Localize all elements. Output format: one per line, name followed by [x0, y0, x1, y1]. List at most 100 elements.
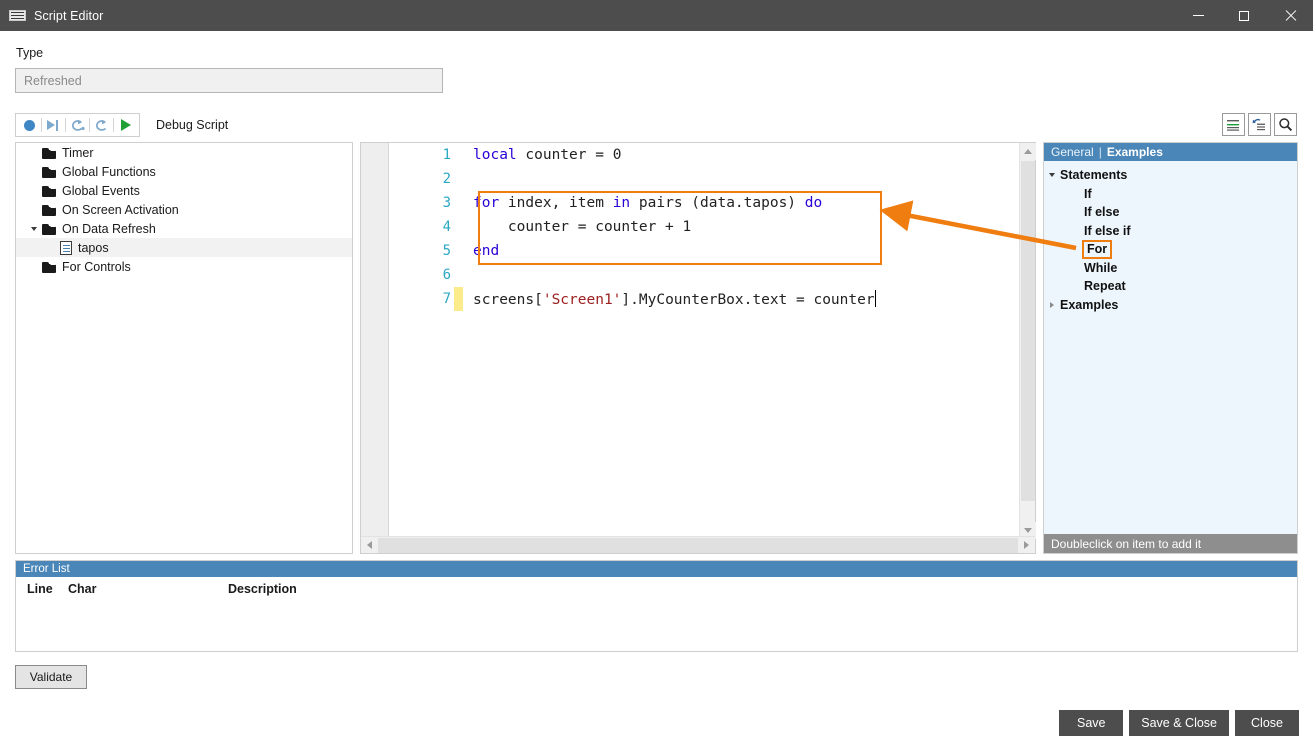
validate-button[interactable]: Validate [15, 665, 87, 689]
chevron-down-icon [1024, 528, 1032, 533]
debug-button-group [15, 113, 140, 137]
chevron-down-icon[interactable] [1044, 173, 1060, 178]
change-marker [454, 263, 463, 287]
tree-expander-empty [26, 162, 42, 181]
close-icon [1285, 10, 1296, 21]
tree-item-global-functions[interactable]: Global Functions [16, 162, 352, 181]
snippet-item-label: While [1084, 260, 1118, 275]
snippet-item-if-else-if[interactable]: If else if [1044, 222, 1297, 241]
change-marker [454, 239, 463, 263]
toolbar-divider [113, 118, 114, 132]
step-over-icon [71, 119, 85, 131]
tab-examples[interactable]: Examples [1107, 145, 1163, 159]
code-editor-panel[interactable]: 1 local counter = 0 2 3 for index, item in p… [360, 142, 1036, 554]
type-input[interactable] [15, 68, 443, 93]
change-marker [454, 143, 463, 167]
format-code-button[interactable] [1222, 113, 1245, 136]
tree-item-tapos[interactable]: tapos [16, 238, 352, 257]
script-tree-list: Timer Global Functions Global Events On Scr… [16, 143, 352, 276]
code-line: 4 counter = counter + 1 [390, 215, 1019, 239]
folder-icon [42, 146, 57, 159]
snippets-panel[interactable]: General | Examples Statements If If else If… [1043, 142, 1298, 554]
save-button[interactable]: Save [1059, 710, 1124, 736]
snippet-item-examples[interactable]: Examples [1044, 296, 1297, 315]
horizontal-scroll-thumb[interactable] [378, 537, 1018, 553]
script-editor-icon [9, 9, 26, 22]
close-dialog-button[interactable]: Close [1235, 710, 1299, 736]
title-bar: Script Editor [0, 0, 1313, 31]
script-tree-panel[interactable]: Timer Global Functions Global Events On Scr… [15, 142, 353, 554]
tree-item-label: Global Events [62, 183, 140, 198]
record-breakpoint-button[interactable] [19, 115, 40, 135]
code-line: 1 local counter = 0 [390, 143, 1019, 167]
change-marker [454, 215, 463, 239]
search-icon [1279, 118, 1293, 132]
tab-separator: | [1098, 145, 1102, 159]
code-text-area[interactable]: 1 local counter = 0 2 3 for index, item in p… [390, 143, 1019, 539]
tree-item-global-events[interactable]: Global Events [16, 181, 352, 200]
record-breakpoint-icon [24, 119, 35, 131]
snippets-tab-bar: General | Examples [1044, 143, 1297, 161]
tree-item-label: For Controls [62, 259, 131, 274]
editor-horizontal-scrollbar[interactable] [361, 536, 1035, 553]
vertical-scroll-thumb[interactable] [1021, 161, 1035, 501]
run-button[interactable] [115, 115, 136, 135]
format-code-icon [1227, 119, 1239, 131]
line-number: 1 [442, 147, 451, 163]
snippet-item-repeat[interactable]: Repeat [1044, 277, 1297, 296]
chevron-up-icon [1024, 149, 1032, 154]
folder-icon [42, 222, 57, 235]
snippet-item-statements[interactable]: Statements [1044, 166, 1297, 185]
snippet-item-for[interactable]: For [1044, 239, 1297, 259]
line-number: 2 [442, 171, 451, 187]
code-line: 3 for index, item in pairs (data.tapos) d… [390, 191, 1019, 215]
chevron-right-icon [1024, 541, 1029, 549]
scroll-left-button[interactable] [361, 537, 378, 553]
code-line-text: for index, item in pairs (data.tapos) do [473, 195, 823, 211]
tree-item-label: Global Functions [62, 164, 156, 179]
maximize-button[interactable] [1221, 0, 1267, 31]
tree-item-timer[interactable]: Timer [16, 143, 352, 162]
tree-item-label: On Data Refresh [62, 221, 156, 236]
close-button[interactable] [1267, 0, 1313, 31]
code-line-text: end [473, 243, 500, 259]
code-line-text: counter = counter + 1 [473, 219, 692, 235]
tree-item-on-screen-activation[interactable]: On Screen Activation [16, 200, 352, 219]
snippet-item-if[interactable]: If [1044, 185, 1297, 204]
snippet-item-while[interactable]: While [1044, 259, 1297, 278]
undo-format-button[interactable] [1248, 113, 1271, 136]
column-header-line: Line [27, 582, 53, 596]
search-button[interactable] [1274, 113, 1297, 136]
snippet-item-label: For [1082, 239, 1113, 259]
chevron-down-icon[interactable] [26, 219, 42, 238]
snippet-item-label: Examples [1060, 297, 1119, 312]
change-marker [454, 287, 463, 311]
snippet-item-label: If [1084, 186, 1092, 201]
tab-general[interactable]: General [1051, 145, 1094, 159]
snippet-item-label: If else [1084, 205, 1120, 220]
snippet-item-if-else[interactable]: If else [1044, 203, 1297, 222]
line-number: 6 [442, 267, 451, 283]
tree-item-for-controls[interactable]: For Controls [16, 257, 352, 276]
tree-item-on-data-refresh[interactable]: On Data Refresh [16, 219, 352, 238]
step-into-icon [95, 119, 106, 131]
minimize-button[interactable] [1175, 0, 1221, 31]
step-over-button[interactable] [67, 115, 88, 135]
save-and-close-button[interactable]: Save & Close [1129, 710, 1229, 736]
scroll-up-button[interactable] [1020, 143, 1036, 160]
scroll-right-button[interactable] [1018, 537, 1035, 553]
line-number: 7 [442, 291, 451, 307]
chevron-right-icon[interactable] [1044, 301, 1060, 308]
code-line: 2 [390, 167, 1019, 191]
error-list-title: Error List [16, 561, 1297, 577]
step-into-button[interactable] [91, 115, 112, 135]
editor-vertical-scrollbar[interactable] [1019, 143, 1036, 539]
toolbar-divider [41, 118, 42, 132]
tree-item-label: Timer [62, 145, 94, 160]
script-editor-window: Script Editor Type Refreshed Debug Scrip… [0, 0, 1313, 752]
editor-left-margin [361, 143, 389, 539]
run-to-end-icon [47, 119, 60, 131]
folder-icon [42, 260, 57, 273]
folder-icon [42, 165, 57, 178]
run-to-end-button[interactable] [43, 115, 64, 135]
